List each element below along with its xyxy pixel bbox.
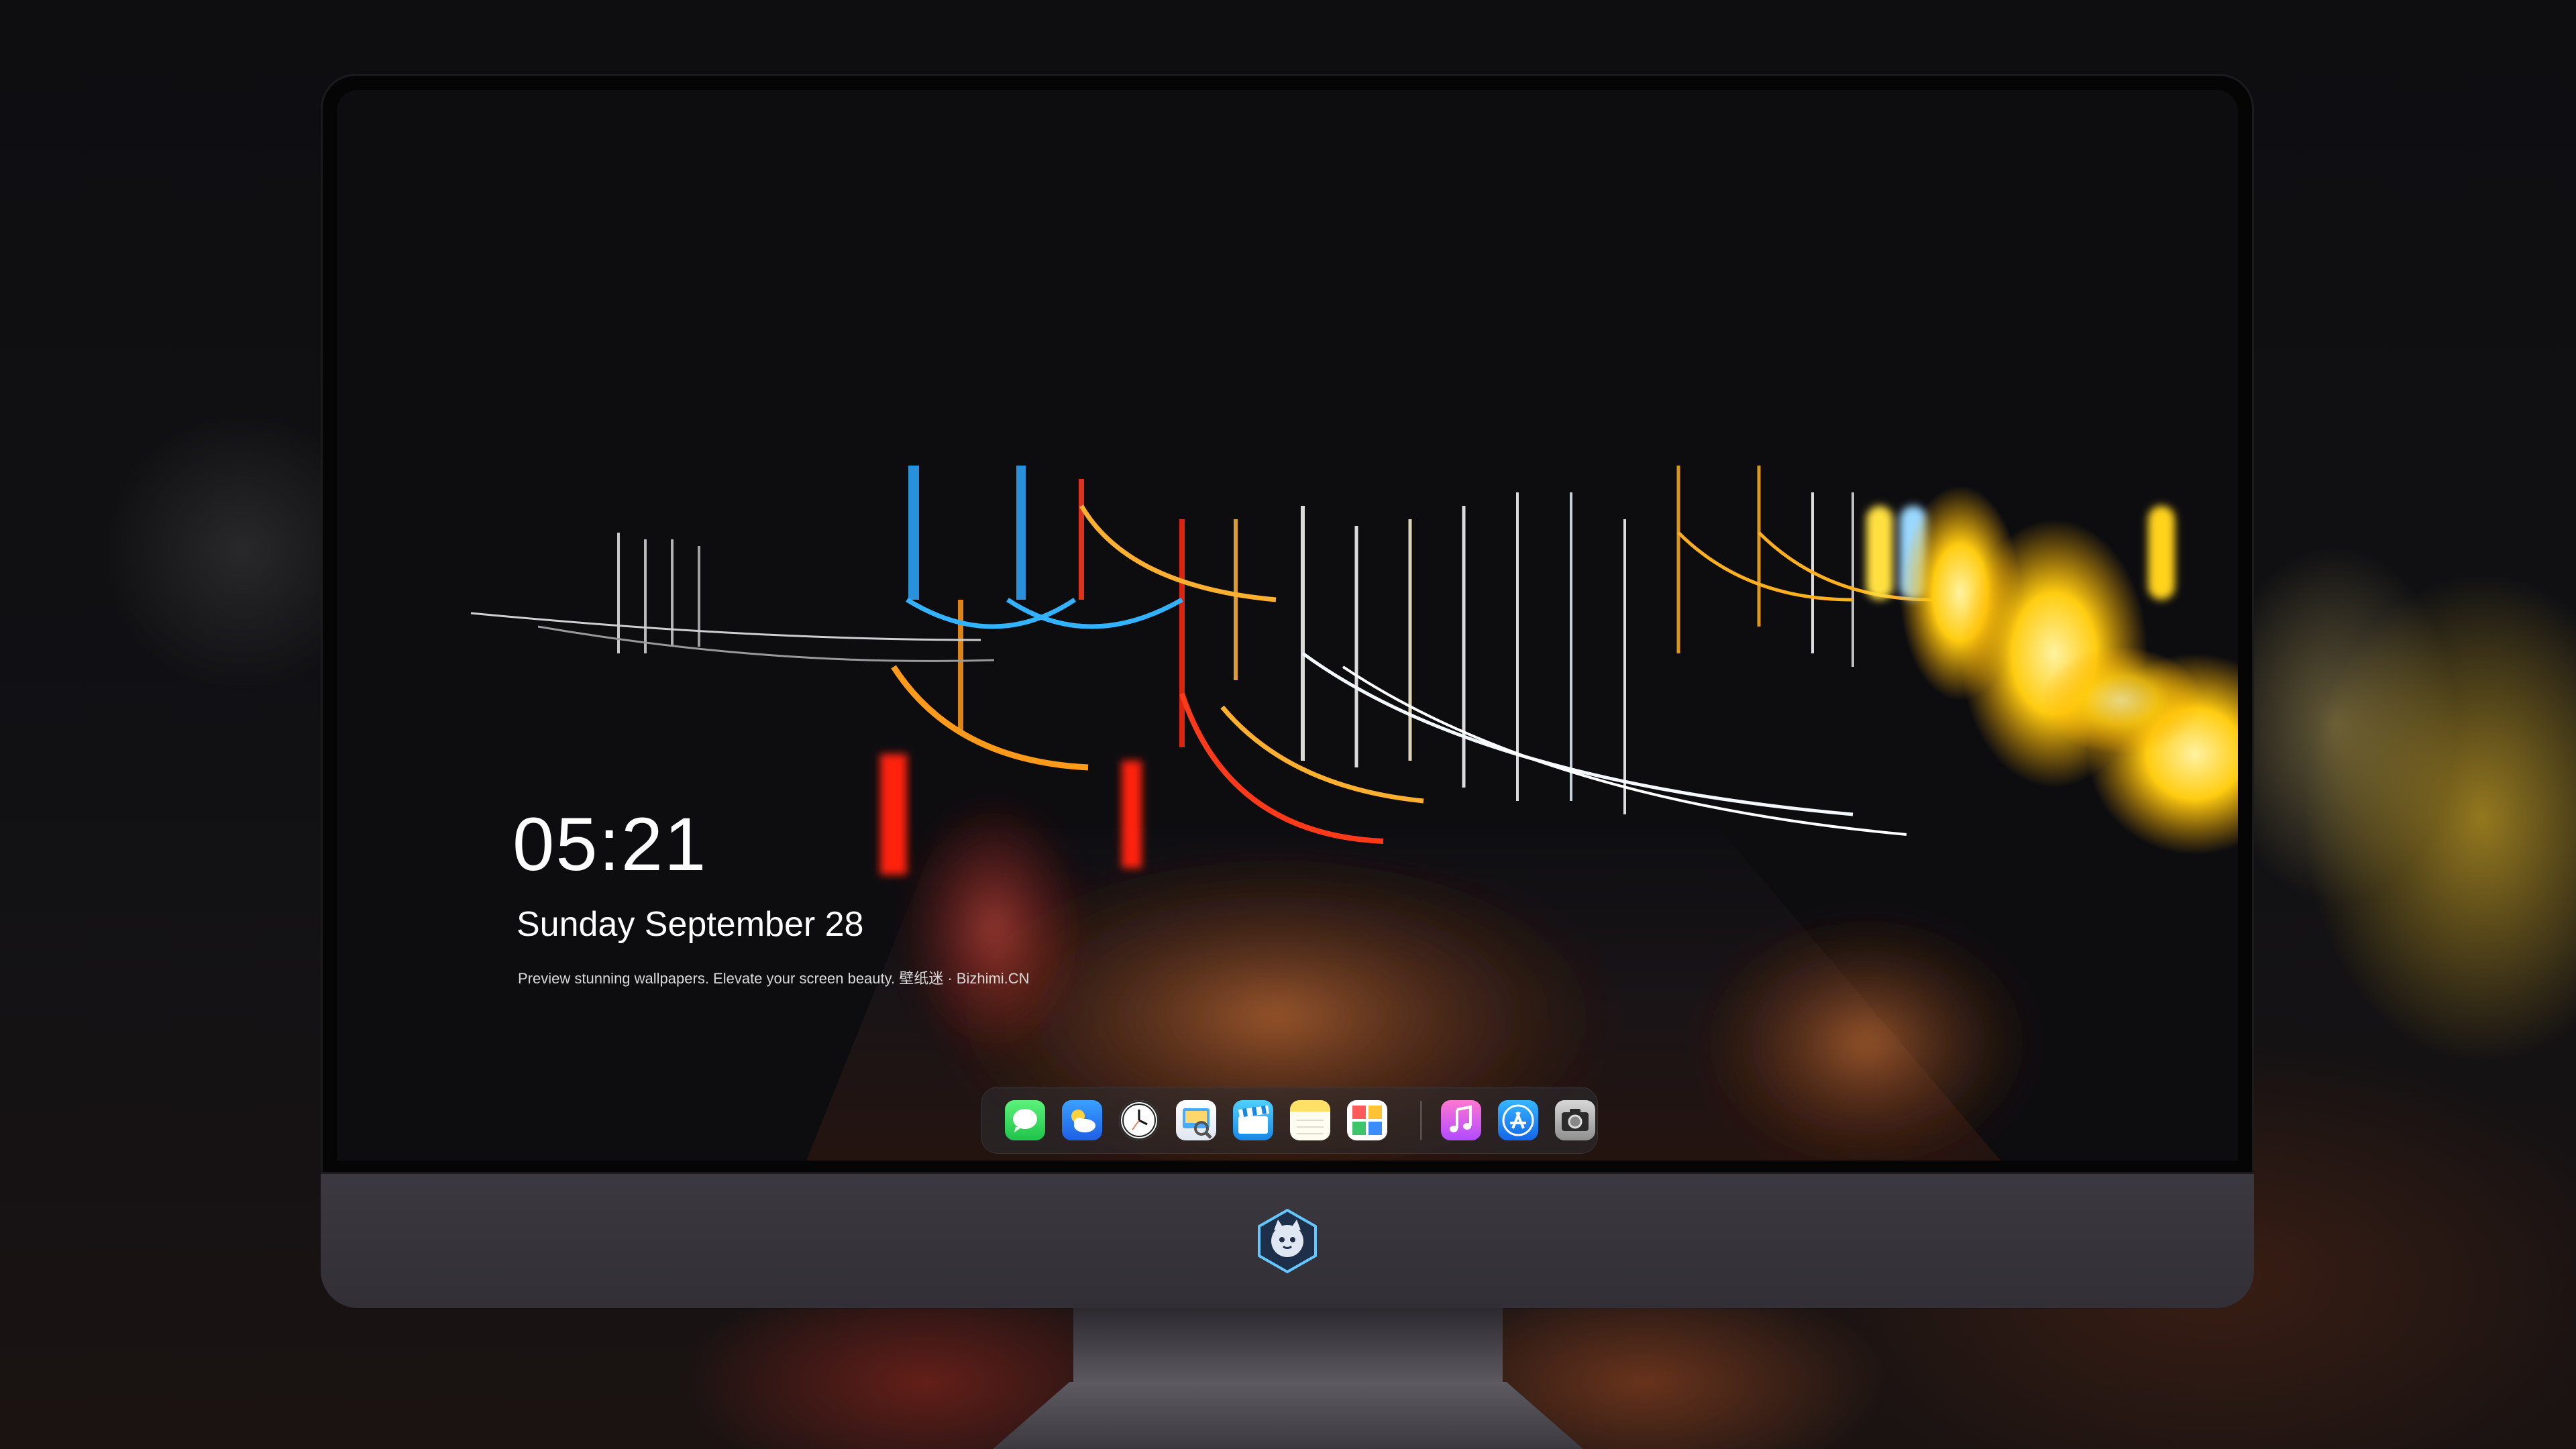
desktop-screen: 05:21 Sunday September 28 Preview stunni… <box>337 90 2238 1161</box>
wallpaper-light-trails <box>337 90 2238 1161</box>
notes-icon[interactable] <box>1290 1100 1330 1140</box>
camera-icon[interactable] <box>1555 1100 1595 1140</box>
lockscreen-date: Sunday September 28 <box>517 905 864 944</box>
clock-icon[interactable] <box>1119 1100 1159 1140</box>
lockscreen-tagline: Preview stunning wallpapers. Elevate you… <box>518 970 1030 987</box>
monitor: 05:21 Sunday September 28 Preview stunni… <box>321 74 2254 1308</box>
monitor-bezel: 05:21 Sunday September 28 Preview stunni… <box>321 74 2254 1174</box>
clapperboard-icon[interactable] <box>1233 1100 1273 1140</box>
app-store-icon[interactable] <box>1498 1100 1538 1140</box>
dock <box>981 1087 1598 1154</box>
monitor-stand-base <box>993 1382 1583 1449</box>
preview-icon[interactable] <box>1176 1100 1216 1140</box>
monitor-chin <box>321 1174 2254 1308</box>
weather-icon[interactable] <box>1062 1100 1102 1140</box>
lockscreen-time: 05:21 <box>513 802 708 886</box>
mascot-logo-icon <box>1258 1208 1317 1274</box>
dock-separator <box>1420 1101 1422 1140</box>
monitor-stand-neck <box>1073 1308 1503 1382</box>
music-icon[interactable] <box>1441 1100 1481 1140</box>
photos-icon[interactable] <box>1347 1100 1387 1140</box>
messages-icon[interactable] <box>1005 1100 1045 1140</box>
